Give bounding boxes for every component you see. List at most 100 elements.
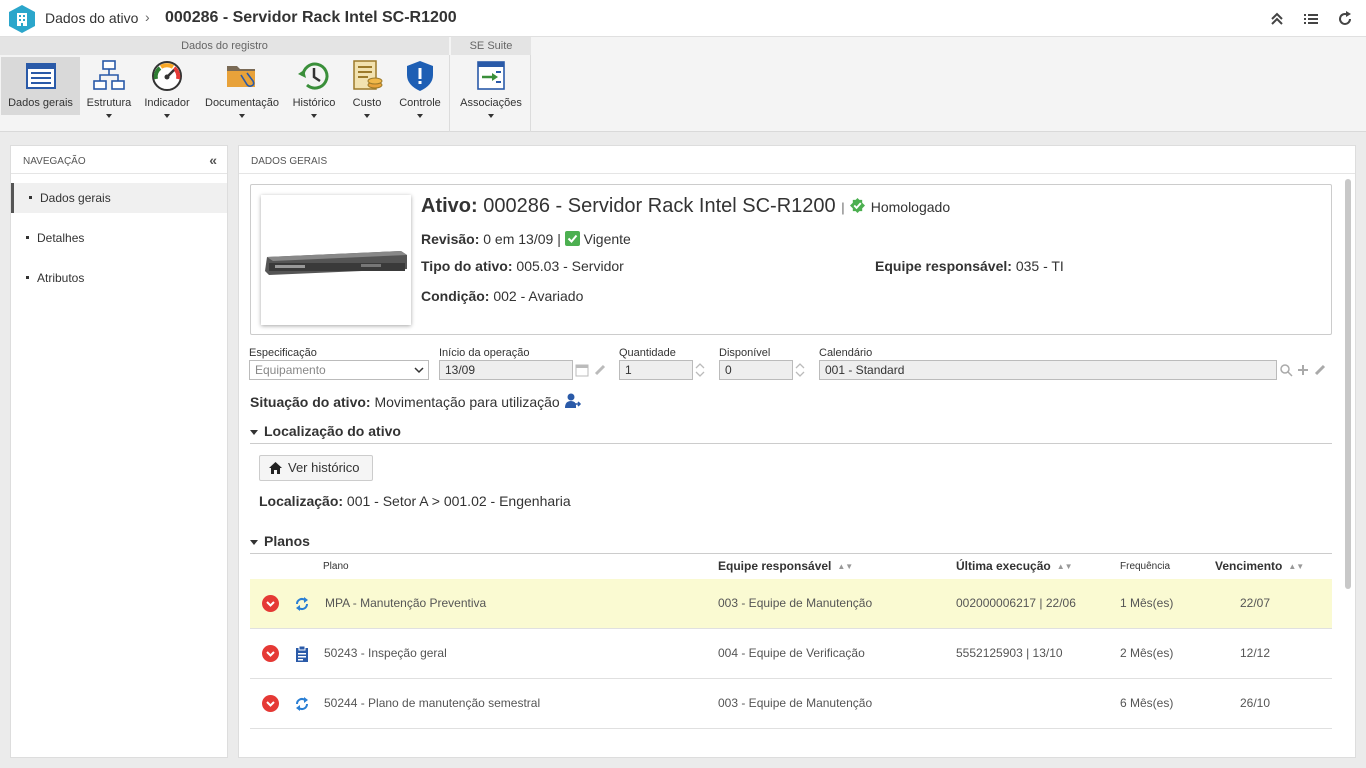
chevron-down-icon (311, 114, 317, 118)
building-icon (8, 4, 36, 34)
revision-info: Revisão: 0 em 13/09 | Vigente (421, 231, 631, 247)
ribbon-toolbar: Dados do registro SE Suite Dados gerais … (0, 37, 1366, 132)
folder-icon (225, 59, 259, 93)
gauge-icon (150, 59, 184, 93)
cost-button[interactable]: Custo (344, 57, 390, 118)
clipboard-icon (294, 645, 310, 663)
start-label: Início da operação (439, 347, 530, 359)
approved-badge-icon (850, 198, 866, 213)
documentation-button[interactable]: Documentação (200, 57, 284, 118)
column-due-date[interactable]: Vencimento ▲▼ (1215, 559, 1304, 573)
scrollbar[interactable] (1345, 179, 1351, 589)
sort-icon: ▲▼ (1056, 562, 1073, 572)
sort-icon: ▲▼ (1288, 562, 1305, 572)
search-icon[interactable] (1278, 361, 1294, 379)
divider (250, 553, 1332, 554)
indicator-button[interactable]: Indicador (138, 57, 196, 118)
associations-icon (474, 59, 508, 93)
ribbon-group-suite: Associações (450, 55, 531, 132)
user-move-icon[interactable] (564, 393, 582, 409)
home-icon (269, 462, 282, 474)
collapse-up-icon[interactable] (1268, 10, 1286, 28)
column-frequency[interactable]: Frequência (1120, 561, 1170, 572)
ribbon-group-record: Dados gerais Estrutura Indicador Documen… (0, 55, 450, 132)
view-history-button[interactable]: Ver histórico (259, 455, 373, 481)
asset-condition: Condição: 002 - Avariado (421, 288, 584, 304)
top-bar: Dados do ativo › 000286 - Servidor Rack … (0, 0, 1366, 37)
cost-icon (350, 59, 384, 93)
navigation-title: NAVEGAÇÃO « (11, 146, 227, 174)
chevron-down-icon (106, 114, 112, 118)
stepper-icon[interactable] (693, 361, 709, 379)
asset-summary-card: Ativo: 000286 - Servidor Rack Intel SC-R… (250, 184, 1332, 335)
start-date-field[interactable]: 13/09 (439, 360, 573, 380)
quantity-field[interactable]: 1 (619, 360, 693, 380)
table-row[interactable]: 50244 - Plano de manutenção semestral 00… (250, 679, 1332, 729)
cycle-icon (294, 595, 310, 613)
divider (250, 443, 1332, 444)
ribbon-group-label: Dados do registro (0, 37, 449, 55)
main-panel: DADOS GERAIS Ativo: 000286 - Servidor Ra… (238, 145, 1356, 758)
stepper-icon[interactable] (793, 361, 809, 379)
column-plan[interactable]: Plano (323, 561, 349, 572)
check-icon (564, 231, 580, 246)
responsible-team: Equipe responsável: 035 - TI (875, 258, 1064, 274)
asset-type: Tipo do ativo: 005.03 - Servidor (421, 258, 624, 274)
nav-item-attributes[interactable]: Atributos (11, 263, 227, 293)
column-last-execution[interactable]: Última execução ▲▼ (956, 559, 1073, 573)
associations-button[interactable]: Associações (454, 57, 528, 118)
avail-label: Disponível (719, 347, 771, 359)
breadcrumb-separator: › (145, 9, 150, 25)
available-field[interactable]: 0 (719, 360, 793, 380)
remove-icon[interactable] (262, 645, 279, 662)
navigation-panel: NAVEGAÇÃO « Dados gerais Detalhes Atribu… (10, 145, 228, 758)
location-info: Localização: 001 - Setor A > 001.02 - En… (259, 493, 571, 509)
control-button[interactable]: Controle (394, 57, 446, 118)
table-row[interactable]: MPA - Manutenção Preventiva 003 - Equipe… (250, 579, 1332, 629)
collapse-panel-icon[interactable]: « (209, 152, 217, 168)
refresh-icon[interactable] (1336, 10, 1354, 28)
remove-icon[interactable] (262, 595, 279, 612)
spec-label: Especificação (249, 347, 317, 359)
history-button[interactable]: Histórico (288, 57, 340, 118)
shield-icon (403, 59, 437, 93)
cycle-icon (294, 695, 310, 713)
chevron-down-icon (239, 114, 245, 118)
asset-name: 000286 - Servidor Rack Intel SC-R1200 (483, 195, 836, 217)
table-row[interactable]: 50243 - Inspeção geral 004 - Equipe de V… (250, 629, 1332, 679)
sort-icon: ▲▼ (837, 562, 854, 572)
general-data-icon (24, 59, 58, 93)
ribbon-group-label: SE Suite (451, 37, 531, 55)
list-icon[interactable] (1302, 10, 1320, 28)
calendar-label: Calendário (819, 347, 873, 359)
calendar-field[interactable]: 001 - Standard (819, 360, 1277, 380)
general-data-button[interactable]: Dados gerais (1, 57, 80, 115)
nav-item-general-data[interactable]: Dados gerais (11, 183, 227, 213)
chevron-down-icon (417, 114, 423, 118)
structure-icon (92, 59, 126, 93)
page-title: 000286 - Servidor Rack Intel SC-R1200 (165, 9, 457, 26)
qty-label: Quantidade (619, 347, 676, 359)
asset-situation: Situação do ativo: Movimentação para uti… (250, 393, 582, 410)
chevron-down-icon (414, 361, 424, 379)
asset-heading: Ativo: 000286 - Servidor Rack Intel SC-R… (421, 195, 951, 217)
clear-icon[interactable] (1312, 361, 1328, 379)
chevron-down-icon (364, 114, 370, 118)
specification-select[interactable]: Equipamento (249, 360, 429, 380)
add-icon[interactable] (1295, 361, 1311, 379)
location-section-title[interactable]: Localização do ativo (250, 423, 401, 439)
remove-icon[interactable] (262, 695, 279, 712)
asset-status: Homologado (870, 199, 951, 215)
plans-section-title[interactable]: Planos (250, 533, 310, 549)
structure-button[interactable]: Estrutura (82, 57, 136, 118)
column-team[interactable]: Equipe responsável ▲▼ (718, 559, 853, 573)
history-icon (297, 59, 331, 93)
chevron-down-icon (164, 114, 170, 118)
asset-photo (261, 195, 411, 325)
chevron-down-icon (488, 114, 494, 118)
nav-item-details[interactable]: Detalhes (11, 223, 227, 253)
breadcrumb-root[interactable]: Dados do ativo (45, 10, 138, 26)
clear-icon[interactable] (592, 361, 608, 379)
section-title: DADOS GERAIS (239, 146, 1355, 174)
calendar-icon[interactable] (574, 361, 590, 379)
